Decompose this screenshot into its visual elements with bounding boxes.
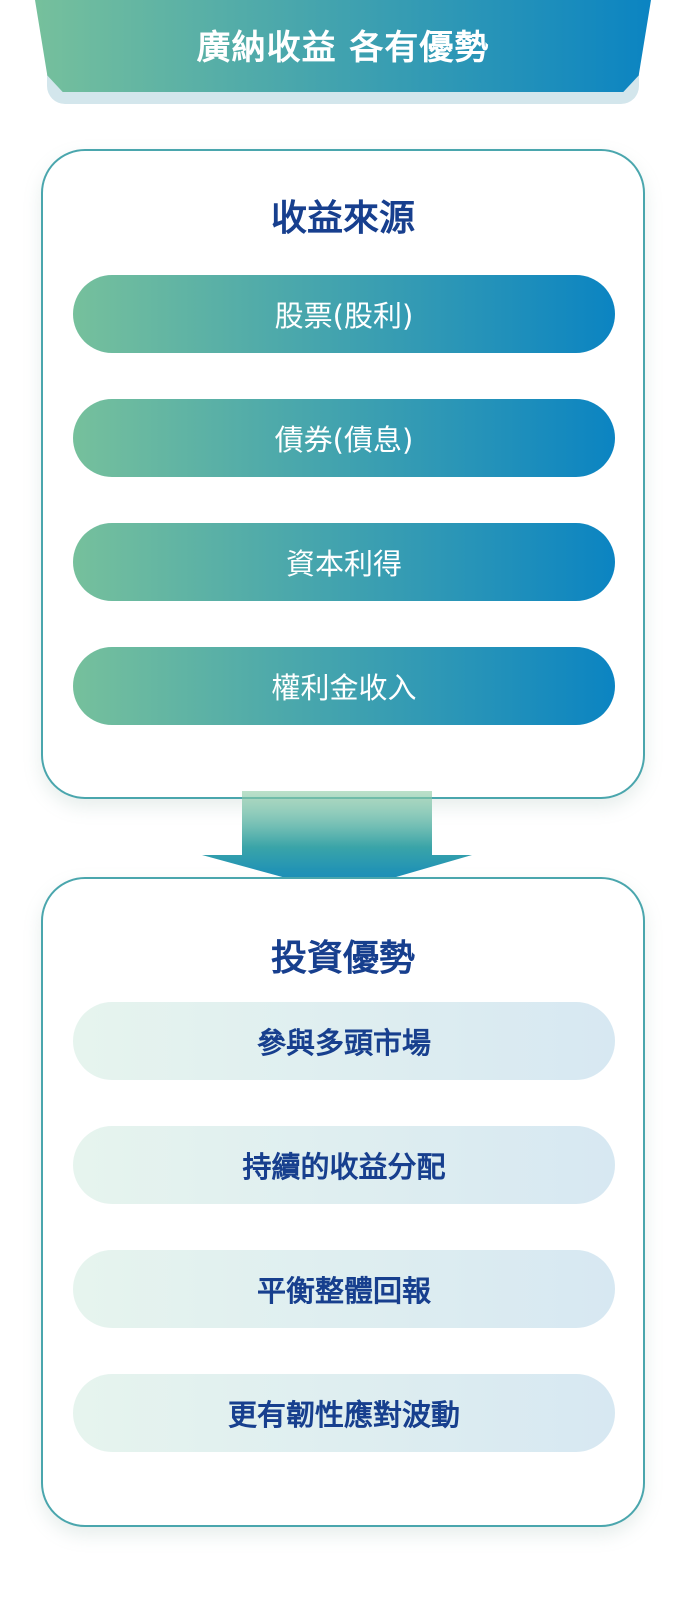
- income-source-item: 權利金收入: [73, 647, 615, 725]
- advantages-card: 投資優勢 參與多頭市場 持續的收益分配 平衡整體回報 更有韌性應對波動: [41, 877, 645, 1527]
- advantages-title: 投資優勢: [270, 938, 415, 979]
- header-title: 廣納收益 各有優勢: [196, 27, 490, 68]
- header-banner: 廣納收益 各有優勢: [35, 0, 651, 92]
- income-source-item: 資本利得: [73, 523, 615, 601]
- advantage-item: 更有韌性應對波動: [73, 1374, 615, 1452]
- income-source-item: 股票(股利): [73, 275, 615, 353]
- advantage-item: 參與多頭市場: [73, 1002, 615, 1080]
- income-sources-title: 收益來源: [270, 198, 415, 239]
- income-sources-card: 收益來源 股票(股利) 債券(債息) 資本利得 權利金收入: [41, 149, 645, 799]
- advantage-item: 持續的收益分配: [73, 1126, 615, 1204]
- advantage-item: 平衡整體回報: [73, 1250, 615, 1328]
- income-source-item: 債券(債息): [73, 399, 615, 477]
